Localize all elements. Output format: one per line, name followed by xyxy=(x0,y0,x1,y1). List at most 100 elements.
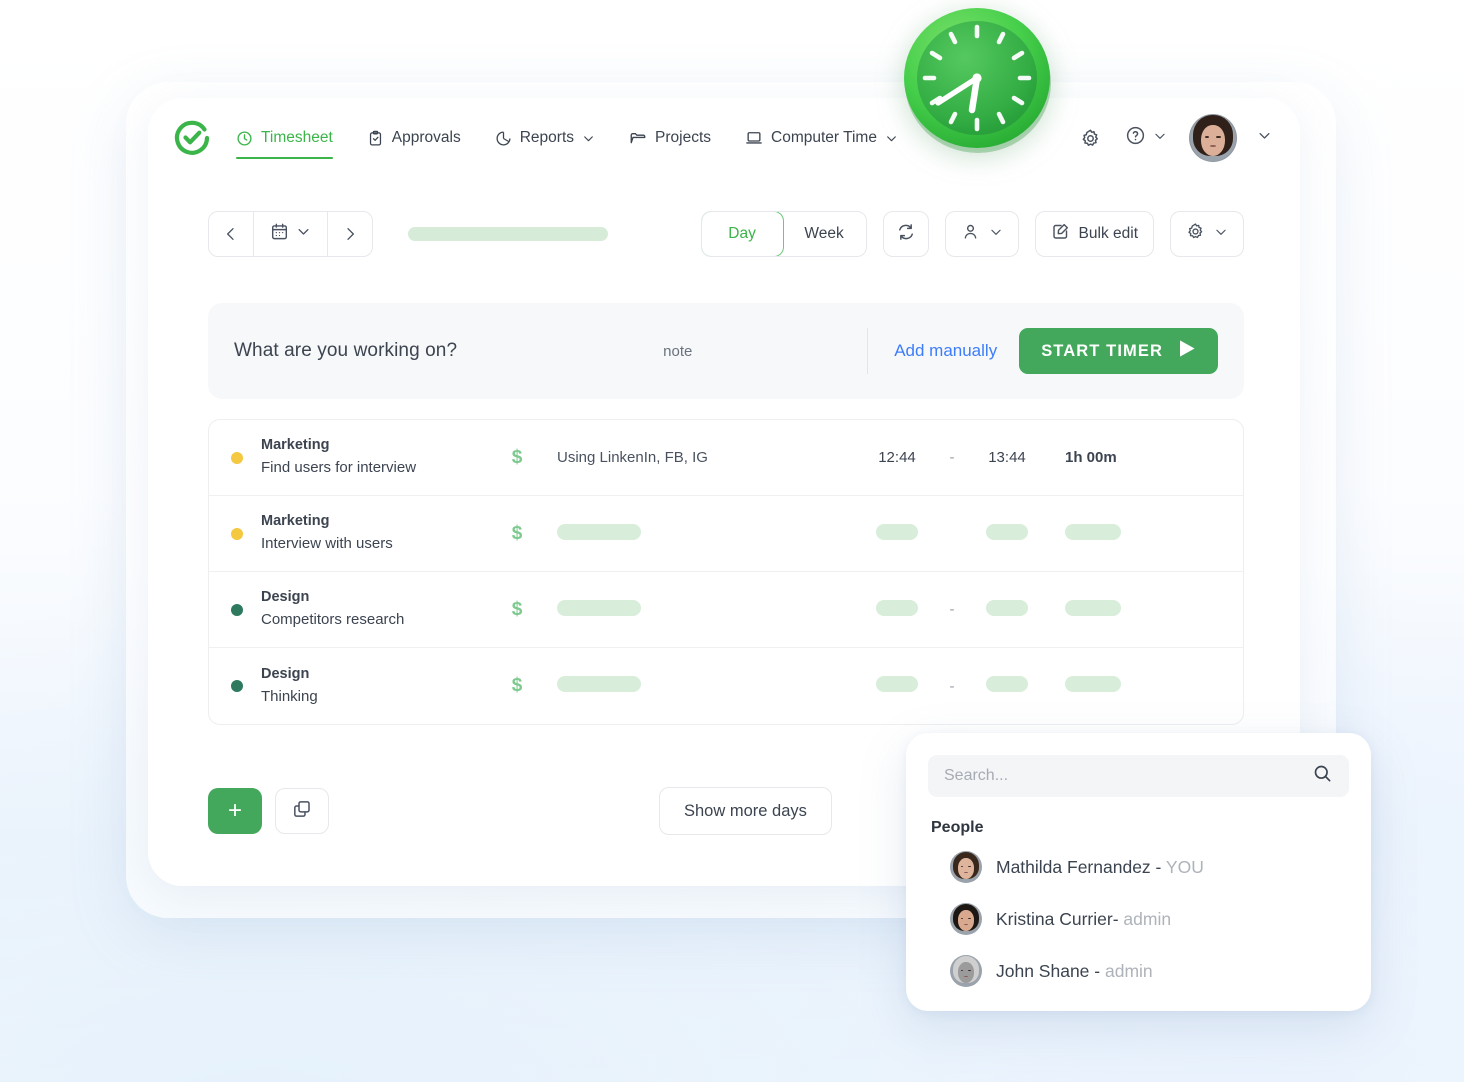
pie-chart-icon xyxy=(495,130,512,147)
masked-value xyxy=(986,523,1028,540)
project-color-cell xyxy=(209,451,251,464)
entry-note[interactable]: Using LinkenIn, FB, IG xyxy=(541,449,861,466)
task-cell[interactable]: Design Competitors research xyxy=(251,587,493,631)
time-separator: - xyxy=(949,601,955,618)
masked-value xyxy=(557,676,641,692)
previous-day-button[interactable] xyxy=(209,212,253,256)
start-timer-button[interactable]: START TIMER xyxy=(1019,328,1218,374)
task-description-input[interactable]: What are you working on? xyxy=(234,340,457,362)
add-manually-link[interactable]: Add manually xyxy=(894,341,997,361)
task-description: Thinking xyxy=(261,687,318,705)
list-item[interactable]: Kristina Currier- admin xyxy=(928,893,1349,945)
task-description: Find users for interview xyxy=(261,459,417,477)
entry-note[interactable] xyxy=(541,676,861,696)
entry-start-time[interactable] xyxy=(861,676,933,696)
view-mode-switch: Day Week xyxy=(700,211,867,257)
nav-tab-approvals[interactable]: Approvals xyxy=(367,98,461,178)
chevron-down-icon xyxy=(885,132,898,145)
entry-duration[interactable] xyxy=(1043,599,1153,620)
avatar-john xyxy=(950,955,982,987)
user-menu[interactable] xyxy=(1189,114,1272,162)
search-icon[interactable] xyxy=(1312,763,1333,789)
show-more-days-button[interactable]: Show more days xyxy=(659,787,832,835)
nav-tab-computer-time[interactable]: Computer Time xyxy=(745,98,898,178)
date-navigator xyxy=(208,211,373,257)
date-picker-button[interactable] xyxy=(253,212,328,256)
status-dot-green xyxy=(231,680,243,692)
add-entry-button[interactable]: + xyxy=(208,788,262,834)
chevron-down-icon xyxy=(1153,129,1167,148)
billable-toggle[interactable]: $ xyxy=(493,447,541,469)
table-row[interactable]: Design Thinking $ - xyxy=(209,648,1243,724)
masked-value xyxy=(557,523,641,540)
refresh-icon xyxy=(896,222,916,247)
project-color-cell xyxy=(209,603,251,616)
people-picker-popover: People Mathilda Fernandez - YOU Kristina… xyxy=(906,733,1371,1011)
view-mode-day[interactable]: Day xyxy=(701,212,784,256)
status-dot-green xyxy=(231,603,243,616)
person-name-text: Kristina Currier- xyxy=(996,908,1119,929)
duplicate-button[interactable] xyxy=(275,788,329,834)
task-description: Competitors research xyxy=(261,611,405,629)
entry-start-time[interactable] xyxy=(861,523,933,544)
chevron-down-icon xyxy=(296,224,311,244)
people-section-title: People xyxy=(931,819,984,836)
task-cell[interactable]: Design Thinking xyxy=(251,664,493,708)
view-mode-week[interactable]: Week xyxy=(783,212,866,256)
settings-button[interactable] xyxy=(1170,211,1244,257)
search-input[interactable] xyxy=(944,767,1312,785)
person-role: admin xyxy=(1123,908,1172,929)
nav-tab-projects[interactable]: Projects xyxy=(629,98,711,178)
entry-end-time[interactable] xyxy=(971,523,1043,544)
masked-value xyxy=(1065,599,1121,616)
nav-tab-reports[interactable]: Reports xyxy=(495,98,595,178)
nav-tab-label: Approvals xyxy=(391,129,461,146)
entry-duration[interactable]: 1h 00m xyxy=(1043,449,1153,466)
help-menu[interactable] xyxy=(1125,125,1167,151)
refresh-button[interactable] xyxy=(882,211,929,257)
search-field-wrapper[interactable] xyxy=(928,755,1349,797)
entry-note[interactable] xyxy=(541,523,861,544)
masked-value xyxy=(557,599,641,616)
nav-tab-label: Computer Time xyxy=(771,129,877,146)
nav-tab-timesheet[interactable]: Timesheet xyxy=(236,98,333,178)
billable-toggle[interactable]: $ xyxy=(493,523,541,545)
table-row[interactable]: Design Competitors research $ - xyxy=(209,572,1243,648)
clipboard-check-icon xyxy=(367,130,384,147)
next-day-button[interactable] xyxy=(328,212,372,256)
list-item[interactable]: John Shane - admin xyxy=(928,945,1349,997)
task-cell[interactable]: Marketing Interview with users xyxy=(251,511,493,555)
person-name-text: Mathilda Fernandez - xyxy=(996,856,1162,877)
entry-end-time[interactable] xyxy=(971,676,1043,696)
billable-toggle[interactable]: $ xyxy=(493,675,541,697)
bulk-edit-button[interactable]: Bulk edit xyxy=(1034,211,1154,257)
play-icon xyxy=(1179,339,1196,363)
entry-duration[interactable] xyxy=(1043,523,1153,544)
masked-value xyxy=(986,599,1028,616)
entry-note[interactable] xyxy=(541,599,861,620)
entry-end-time[interactable] xyxy=(971,599,1043,620)
masked-value xyxy=(1065,676,1121,692)
billable-toggle[interactable]: $ xyxy=(493,599,541,621)
status-dot-yellow xyxy=(231,527,243,540)
time-separator: - xyxy=(949,449,955,466)
entry-start-time[interactable]: 12:44 xyxy=(861,449,933,466)
user-avatar[interactable] xyxy=(1189,114,1237,162)
entry-start-time[interactable] xyxy=(861,599,933,620)
time-entries-table: Marketing Find users for interview $ Usi… xyxy=(208,419,1244,725)
project-name: Marketing xyxy=(261,513,330,530)
table-row[interactable]: Marketing Find users for interview $ Usi… xyxy=(209,420,1243,496)
time-separator: - xyxy=(949,677,955,695)
note-input[interactable]: note xyxy=(663,343,692,360)
list-item[interactable]: Mathilda Fernandez - YOU xyxy=(928,841,1349,893)
person-filter-button[interactable] xyxy=(944,211,1019,257)
timer-bar: What are you working on? note Add manual… xyxy=(208,303,1244,399)
entry-duration[interactable] xyxy=(1043,676,1153,696)
clockify-check-logo[interactable] xyxy=(170,116,214,160)
task-cell[interactable]: Marketing Find users for interview xyxy=(251,435,493,479)
nav-items: Timesheet Approvals Reports Projects Com… xyxy=(236,98,898,178)
gear-icon[interactable] xyxy=(1077,125,1103,151)
entry-end-time[interactable]: 13:44 xyxy=(971,449,1043,466)
table-row[interactable]: Marketing Interview with users $ xyxy=(209,496,1243,572)
project-color-cell xyxy=(209,527,251,540)
